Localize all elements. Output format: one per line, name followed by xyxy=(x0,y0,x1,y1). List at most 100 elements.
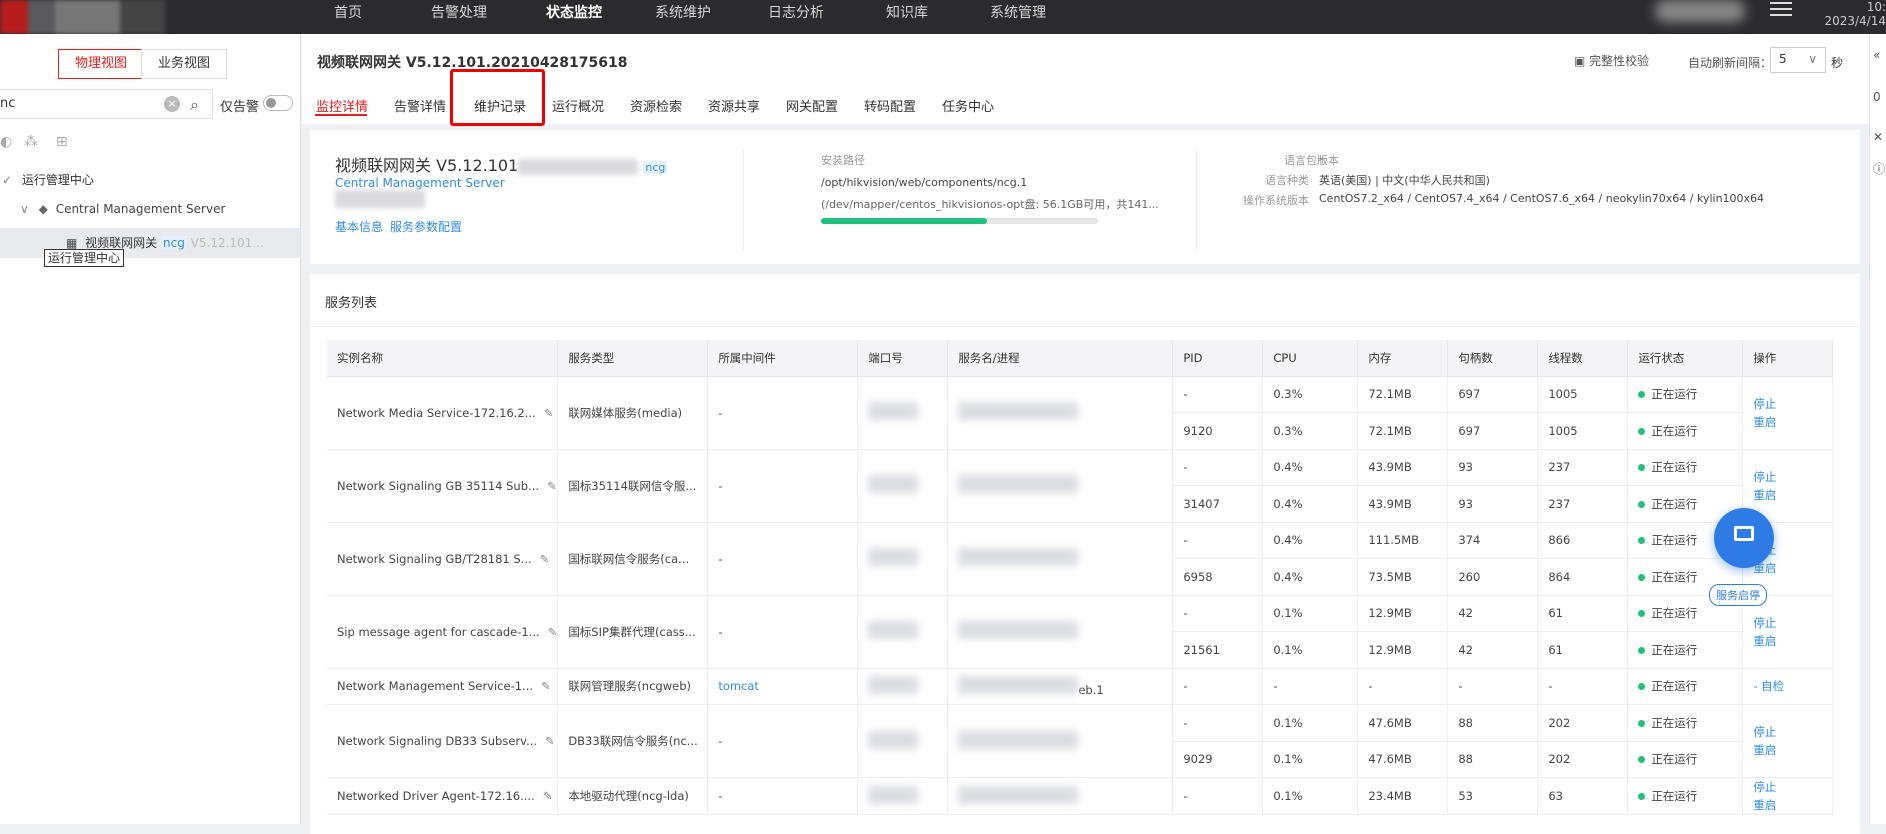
nav-item-5[interactable]: 知识库 xyxy=(886,2,928,22)
threads-cell: 1005 xyxy=(1537,412,1629,450)
clear-icon[interactable]: × xyxy=(164,96,180,112)
process-cell xyxy=(947,522,1174,596)
basic-info-link[interactable]: 基本信息 xyxy=(335,218,383,235)
collapse-icon[interactable]: ◐ xyxy=(0,134,12,150)
operation-link[interactable]: 重启 xyxy=(1753,559,1832,577)
nav-item-4[interactable]: 日志分析 xyxy=(768,2,824,22)
param-config-link[interactable]: 服务参数配置 xyxy=(390,218,462,235)
cpu-cell: 0.1% xyxy=(1262,704,1359,742)
alarm-only-toggle[interactable] xyxy=(263,95,293,111)
handles-cell: 93 xyxy=(1447,449,1539,486)
memory-cell: 12.9MB xyxy=(1357,595,1449,632)
column-header: 操作 xyxy=(1742,340,1834,377)
instance-name-cell: Networked Driver Agent-172.16.... ✎ xyxy=(327,777,559,815)
hamburger-menu-icon[interactable] xyxy=(1770,2,1792,18)
port-cell xyxy=(857,777,949,815)
service-start-stop-fab[interactable] xyxy=(1714,508,1774,568)
handles-cell: - xyxy=(1447,668,1539,705)
pid-cell: 21561 xyxy=(1172,631,1264,669)
disk-usage-bar xyxy=(821,218,1098,224)
threads-cell: 63 xyxy=(1537,777,1629,815)
edit-icon[interactable]: ✎ xyxy=(548,625,557,639)
add-node-icon[interactable]: ⊞ xyxy=(56,134,68,150)
physical-view-tab[interactable]: 物理视图 xyxy=(58,49,145,79)
user-avatar[interactable] xyxy=(1655,0,1745,22)
running-status-icon xyxy=(1638,500,1646,508)
operation-link[interactable]: 重启 xyxy=(1753,486,1832,504)
nav-item-1[interactable]: 告警处理 xyxy=(431,2,487,22)
edit-icon[interactable]: ✎ xyxy=(540,552,550,566)
add-group-icon[interactable]: ⁂ xyxy=(24,134,38,150)
expand-icon[interactable]: « xyxy=(1873,48,1880,62)
tab-0[interactable]: 监控详情 xyxy=(316,96,368,115)
service-list-title: 服务列表 xyxy=(325,296,378,311)
cpu-cell: 0.1% xyxy=(1262,777,1359,815)
cpu-cell: 0.3% xyxy=(1262,376,1359,413)
column-header: 句柄数 xyxy=(1447,340,1539,377)
nav-item-0[interactable]: 首页 xyxy=(334,2,362,22)
tree-node-root[interactable]: ✓ 运行管理中心 xyxy=(0,165,300,195)
operation-link[interactable]: 重启 xyxy=(1753,413,1832,431)
operation-link[interactable]: 停止 xyxy=(1753,395,1832,413)
integrity-check-button[interactable]: ▣ 完整性校验 xyxy=(1574,52,1649,69)
tab-3[interactable]: 运行概况 xyxy=(552,96,604,115)
memory-cell: 43.9MB xyxy=(1357,449,1449,486)
edit-icon[interactable]: ✎ xyxy=(541,679,551,693)
operation-link[interactable]: 重启 xyxy=(1753,741,1832,759)
handles-cell: 697 xyxy=(1447,412,1539,450)
operation-link[interactable]: 重启 xyxy=(1753,632,1832,650)
operation-link[interactable]: 停止 xyxy=(1753,723,1832,741)
search-value: nc xyxy=(0,96,16,111)
instance-name-cell: Network Signaling DB33 Subserv... ✎ xyxy=(327,704,559,778)
threads-cell: 202 xyxy=(1537,704,1629,742)
close-icon[interactable]: ✕ xyxy=(1873,130,1883,144)
status-cell: 正在运行 xyxy=(1627,412,1744,450)
status-cell: 正在运行 xyxy=(1627,631,1744,669)
auto-refresh-select[interactable]: 5 ∨ xyxy=(1770,47,1826,73)
tab-6[interactable]: 网关配置 xyxy=(786,96,838,115)
tab-4[interactable]: 资源检索 xyxy=(630,96,682,115)
lang-type-label: 语言种类 xyxy=(1265,174,1309,187)
handles-cell: 260 xyxy=(1447,558,1539,596)
tree-search-input[interactable]: nc × ⌕ xyxy=(0,89,213,119)
info-icon[interactable]: ⓘ xyxy=(1873,160,1885,177)
cpu-cell: 0.1% xyxy=(1262,741,1359,778)
tab-1[interactable]: 告警详情 xyxy=(394,96,446,115)
process-cell xyxy=(947,777,1174,815)
operation-cell: 停止重启 xyxy=(1742,777,1834,815)
operation-link[interactable]: 停止 xyxy=(1753,468,1832,486)
tab-7[interactable]: 转码配置 xyxy=(864,96,916,115)
status-cell: 正在运行 xyxy=(1627,741,1744,778)
top-navigation-bar: 首页 告警处理 状态监控 系统维护 日志分析 知识库 系统管理 10: 2023/4/14 xyxy=(0,0,1886,34)
nav-item-6[interactable]: 系统管理 xyxy=(990,2,1046,22)
column-header: PID xyxy=(1172,340,1264,377)
running-status-icon xyxy=(1638,537,1646,545)
handles-cell: 697 xyxy=(1447,376,1539,413)
edit-icon[interactable]: ✎ xyxy=(543,789,553,803)
operation-link[interactable]: 停止 xyxy=(1753,614,1832,632)
pid-cell: - xyxy=(1172,449,1264,486)
tab-8[interactable]: 任务中心 xyxy=(942,96,994,115)
nav-item-2[interactable]: 状态监控 xyxy=(546,2,602,22)
middleware-cell: - xyxy=(707,595,859,669)
operation-link[interactable]: 停止 xyxy=(1753,778,1832,796)
business-view-tab[interactable]: 业务视图 xyxy=(141,49,228,79)
service-type-cell: 本地驱动代理(ncg-lda) xyxy=(557,777,709,815)
middleware-cell: - xyxy=(707,704,859,778)
cpu-cell: 0.4% xyxy=(1262,558,1359,596)
memory-cell: 47.6MB xyxy=(1357,741,1449,778)
handles-cell: 53 xyxy=(1447,777,1539,815)
tab-5[interactable]: 资源共享 xyxy=(708,96,760,115)
nav-item-3[interactable]: 系统维护 xyxy=(655,2,711,22)
service-start-stop-label[interactable]: 服务启停 xyxy=(1709,584,1767,606)
edit-icon[interactable]: ✎ xyxy=(544,406,554,420)
process-cell xyxy=(947,449,1174,523)
edit-icon[interactable]: ✎ xyxy=(545,734,555,748)
server-link[interactable]: Central Management Server xyxy=(335,176,505,190)
edit-icon[interactable]: ✎ xyxy=(547,479,557,493)
tree-node-server[interactable]: ∨ ◆ Central Management Server xyxy=(0,194,300,224)
search-icon[interactable]: ⌕ xyxy=(190,95,199,115)
port-cell xyxy=(857,595,949,669)
operation-link[interactable]: - 自检 xyxy=(1753,677,1832,695)
operation-link[interactable]: 重启 xyxy=(1753,796,1832,814)
